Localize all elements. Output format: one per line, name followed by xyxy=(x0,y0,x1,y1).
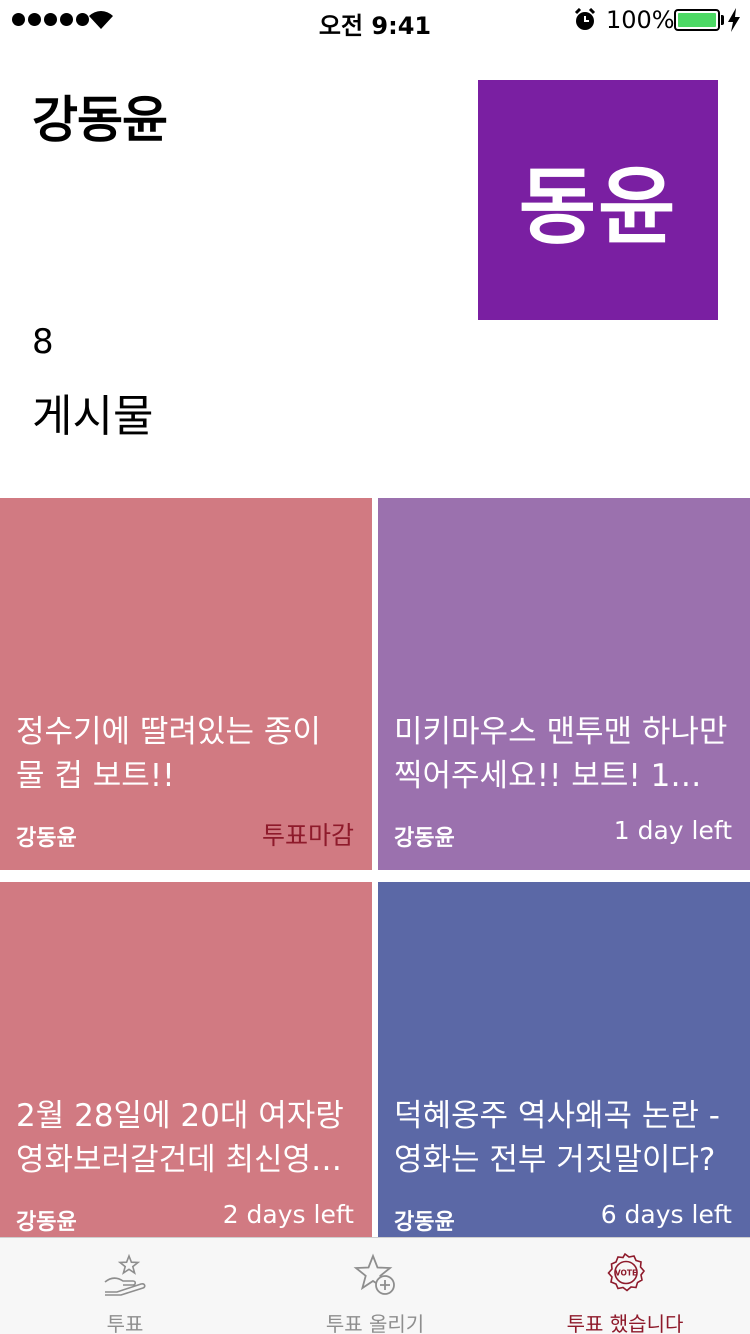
post-title: 2월 28일에 20대 여자랑 영화보러갈건데 최신영… xyxy=(16,1098,344,1178)
post-title: 미키마우스 맨투맨 하나만 찍어주세요!! 보트! 1… xyxy=(394,714,728,794)
tab-label: 투표 xyxy=(106,1312,144,1334)
post-count-label: 게시물 xyxy=(32,391,154,442)
post-card[interactable]: 미키마우스 맨투맨 하나만 찍어주세요!! 보트! 1… 강동윤 1 day l… xyxy=(378,498,750,870)
post-title: 정수기에 딸려있는 종이 물 컵 보트!! xyxy=(16,714,321,794)
status-bar: 오전 9:41 100% xyxy=(0,0,750,40)
alarm-icon xyxy=(574,8,596,30)
post-author: 강동윤 xyxy=(394,1210,455,1235)
tab-bar: 투표 투표 올리기 VOTE 투표 했습니다 xyxy=(0,1237,750,1334)
add-vote-star-icon xyxy=(353,1253,395,1295)
post-time-left: 2 days left xyxy=(222,1200,354,1229)
post-count: 8 xyxy=(32,322,54,362)
post-title: 덕혜옹주 역사왜곡 논란 - 영화는 전부 거짓말이다? xyxy=(394,1098,720,1178)
tab-post-vote[interactable]: 투표 올리기 xyxy=(250,1238,500,1334)
post-author: 강동윤 xyxy=(394,826,455,851)
post-author: 강동윤 xyxy=(16,826,77,851)
post-time-left: 6 days left xyxy=(600,1200,732,1229)
vote-hand-star-icon xyxy=(104,1253,146,1296)
tab-label: 투표 했습니다 xyxy=(566,1312,684,1334)
avatar-text: 동윤 xyxy=(518,157,678,256)
tab-voted[interactable]: VOTE 투표 했습니다 xyxy=(500,1238,750,1334)
post-grid: 정수기에 딸려있는 종이 물 컵 보트!! 강동윤 투표마감 미키마우스 맨투맨… xyxy=(0,498,750,1254)
post-time-left: 1 day left xyxy=(613,816,732,845)
post-status: 투표마감 xyxy=(261,821,354,850)
battery-tip xyxy=(721,15,724,25)
tab-label: 투표 올리기 xyxy=(325,1312,425,1334)
vote-badge-icon: VOTE xyxy=(607,1252,646,1292)
svg-text:VOTE: VOTE xyxy=(615,1269,637,1278)
post-card[interactable]: 2월 28일에 20대 여자랑 영화보러갈건데 최신영… 강동윤 2 days … xyxy=(0,882,372,1254)
battery-icon xyxy=(674,9,720,31)
post-card[interactable]: 덕혜옹주 역사왜곡 논란 - 영화는 전부 거짓말이다? 강동윤 6 days … xyxy=(378,882,750,1254)
tab-vote[interactable]: 투표 xyxy=(0,1238,250,1334)
battery-percent: 100% xyxy=(606,6,675,34)
profile-name: 강동윤 xyxy=(32,91,168,149)
avatar[interactable]: 동윤 xyxy=(478,80,718,320)
post-card[interactable]: 정수기에 딸려있는 종이 물 컵 보트!! 강동윤 투표마감 xyxy=(0,498,372,870)
charging-icon xyxy=(728,8,740,32)
post-author: 강동윤 xyxy=(16,1210,77,1235)
